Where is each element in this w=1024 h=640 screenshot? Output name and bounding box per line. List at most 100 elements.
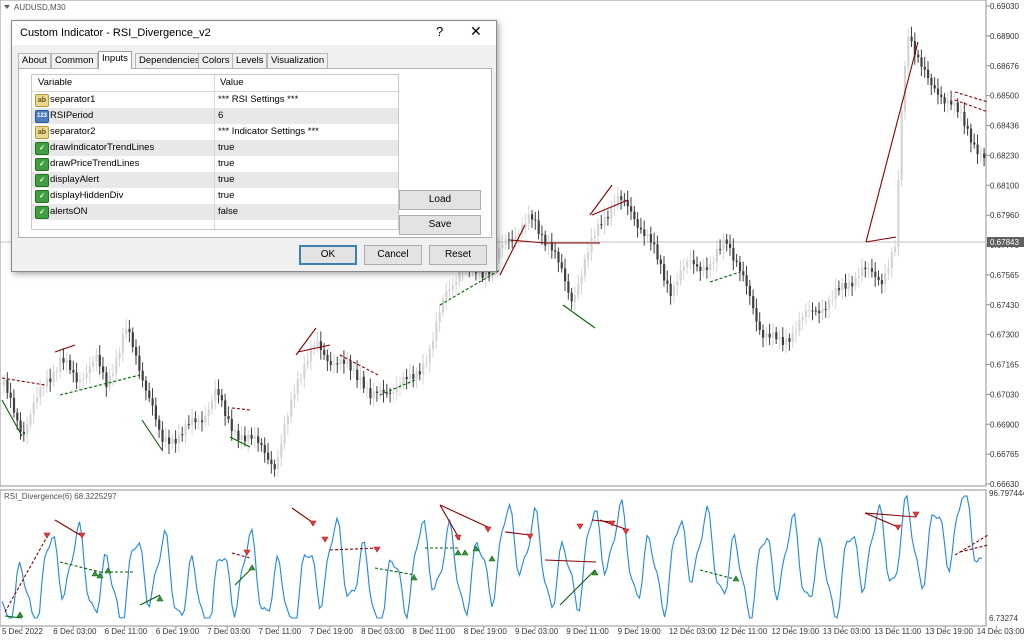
candle-body bbox=[811, 310, 814, 312]
table-row[interactable]: ✓ displayAlert true bbox=[32, 172, 398, 188]
table-row[interactable]: ✓ drawIndicatorTrendLines true bbox=[32, 140, 398, 156]
candle-body bbox=[240, 435, 243, 441]
cancel-button[interactable]: Cancel bbox=[364, 245, 422, 265]
candle-body bbox=[686, 261, 689, 267]
candle-body bbox=[158, 419, 161, 430]
candle-body bbox=[580, 275, 583, 284]
candle-body bbox=[484, 271, 487, 278]
table-row[interactable]: ab separator2 *** Indicator Settings *** bbox=[32, 124, 398, 140]
candle-body bbox=[653, 242, 656, 245]
candle-body bbox=[171, 438, 174, 444]
candle-body bbox=[267, 452, 270, 460]
tab-colors[interactable]: Colors bbox=[198, 53, 234, 68]
candle-body bbox=[451, 285, 454, 290]
load-button[interactable]: Load bbox=[399, 190, 481, 210]
save-button[interactable]: Save bbox=[399, 215, 481, 235]
tab-dependencies[interactable]: Dependencies bbox=[135, 53, 204, 68]
candle-body bbox=[910, 36, 913, 42]
tab-about[interactable]: About bbox=[18, 53, 51, 68]
param-value[interactable]: false bbox=[218, 204, 238, 220]
candle-body bbox=[65, 360, 68, 363]
price-tick-label: 0.67300 bbox=[990, 331, 1019, 340]
candle-body bbox=[791, 332, 794, 342]
help-button[interactable]: ? bbox=[436, 24, 443, 39]
candle-body bbox=[201, 420, 204, 423]
candle-body bbox=[250, 434, 253, 439]
param-value[interactable]: 6 bbox=[218, 108, 223, 124]
candle-body bbox=[923, 66, 926, 70]
time-tick-label: 6 Dec 11:00 bbox=[105, 627, 148, 636]
param-value[interactable]: true bbox=[218, 172, 234, 188]
candle-body bbox=[187, 424, 190, 426]
candle-body bbox=[834, 287, 837, 299]
candle-body bbox=[771, 332, 775, 338]
candle-body bbox=[389, 392, 392, 394]
table-row[interactable]: ✓ alertsON false bbox=[32, 204, 398, 220]
candle-body bbox=[296, 378, 299, 394]
close-icon[interactable]: ✕ bbox=[470, 23, 482, 40]
param-value[interactable]: true bbox=[218, 188, 234, 204]
string-type-icon: ab bbox=[35, 94, 49, 107]
candle-body bbox=[151, 398, 154, 406]
candle-body bbox=[177, 434, 181, 444]
candle-body bbox=[501, 244, 504, 248]
candle-body bbox=[141, 370, 144, 381]
tab-common[interactable]: Common bbox=[51, 53, 98, 68]
candle-body bbox=[844, 282, 847, 289]
candle-body bbox=[359, 376, 362, 381]
candle-body bbox=[382, 389, 385, 393]
candle-body bbox=[227, 416, 230, 419]
candle-body bbox=[191, 418, 194, 426]
candle-body bbox=[795, 331, 798, 333]
tab-levels[interactable]: Levels bbox=[232, 53, 268, 68]
candle-body bbox=[560, 262, 563, 269]
tab-inputs[interactable]: Inputs bbox=[98, 51, 132, 69]
ok-button[interactable]: OK bbox=[299, 245, 357, 265]
dialog-titlebar[interactable]: Custom Indicator - RSI_Divergence_v2 ? ✕ bbox=[12, 21, 496, 45]
column-divider[interactable] bbox=[214, 75, 215, 229]
time-tick-label: 7 Dec 19:00 bbox=[310, 627, 354, 636]
table-row[interactable]: ✓ drawPriceTrendLines true bbox=[32, 156, 398, 172]
candle-body bbox=[851, 282, 854, 287]
candle-body bbox=[976, 144, 979, 155]
candle-body bbox=[880, 280, 883, 285]
candle-body bbox=[243, 435, 247, 442]
table-row[interactable]: ✓ displayHiddenDiv true bbox=[32, 188, 398, 204]
reset-button[interactable]: Reset bbox=[429, 245, 487, 265]
candle-body bbox=[220, 395, 223, 401]
candle-body bbox=[366, 388, 369, 390]
candle-body bbox=[940, 94, 943, 98]
candle-body bbox=[544, 234, 547, 246]
candle-body bbox=[392, 392, 395, 394]
candle-body bbox=[507, 239, 511, 241]
param-value[interactable]: true bbox=[218, 156, 234, 172]
candle-body bbox=[610, 206, 613, 219]
candle-body bbox=[257, 436, 260, 444]
candle-body bbox=[630, 206, 633, 212]
candle-body bbox=[164, 437, 167, 442]
candle-body bbox=[927, 69, 930, 78]
param-value[interactable]: true bbox=[218, 140, 234, 156]
current-price-value: 0.67843 bbox=[990, 238, 1019, 247]
candle-body bbox=[600, 224, 603, 226]
param-value[interactable]: *** RSI Settings *** bbox=[218, 92, 298, 108]
tab-visualization[interactable]: Visualization bbox=[267, 53, 329, 68]
param-value[interactable]: *** Indicator Settings *** bbox=[218, 124, 319, 140]
candle-body bbox=[801, 316, 804, 321]
table-row[interactable]: 123 RSIPeriod 6 bbox=[32, 108, 398, 124]
candle-body bbox=[930, 77, 933, 86]
candle-body bbox=[441, 299, 445, 313]
candle-body bbox=[742, 271, 745, 276]
candle-body bbox=[115, 358, 118, 374]
table-row[interactable]: ab separator1 *** RSI Settings *** bbox=[32, 92, 398, 108]
candle-body bbox=[666, 280, 669, 284]
candle-body bbox=[356, 369, 359, 381]
candle-body bbox=[69, 360, 72, 370]
time-tick-label: 12 Dec 03:00 bbox=[669, 627, 717, 636]
candle-body bbox=[12, 397, 16, 413]
candle-body bbox=[755, 308, 758, 322]
candle-body bbox=[534, 219, 537, 221]
candle-body bbox=[98, 354, 101, 367]
candle-body bbox=[181, 434, 184, 436]
candle-body bbox=[616, 196, 619, 204]
